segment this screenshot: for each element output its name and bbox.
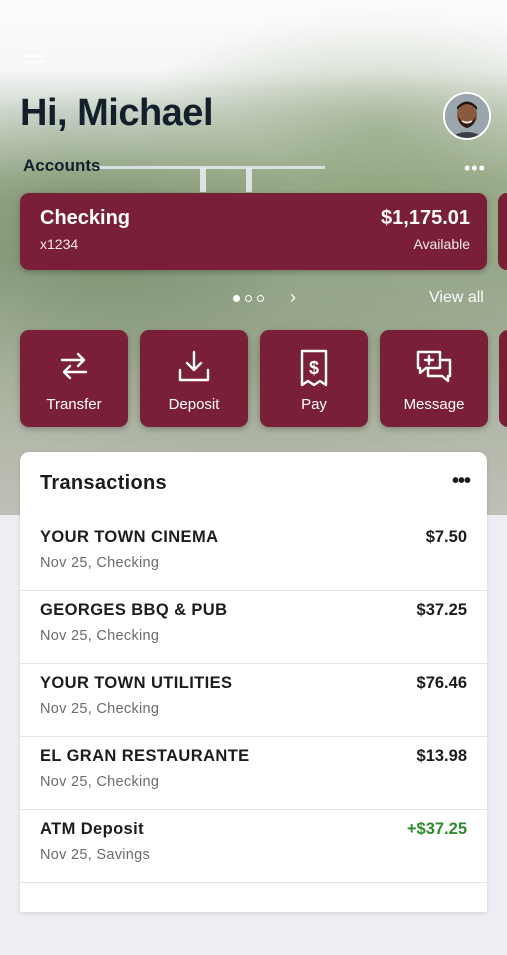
- transaction-row[interactable]: GEORGES BBQ & PUB Nov 25, Checking $37.2…: [20, 590, 487, 664]
- transaction-meta: Nov 25, Checking: [40, 628, 160, 644]
- pager-dot[interactable]: [245, 294, 252, 302]
- transfer-label: Transfer: [46, 396, 102, 413]
- account-number: x1234: [40, 236, 79, 252]
- transaction-meta: Nov 25, Checking: [40, 701, 160, 717]
- transactions-panel: Transactions ••• YOUR TOWN CINEMA Nov 25…: [20, 452, 487, 912]
- transaction-row[interactable]: YOUR TOWN CINEMA Nov 25, Checking $7.50: [20, 517, 487, 591]
- transaction-meta: Nov 25, Savings: [40, 847, 151, 863]
- transactions-title: Transactions: [40, 472, 167, 494]
- transfer-arrows-icon: [20, 348, 128, 388]
- message-plus-icon: [380, 348, 488, 388]
- chevron-right-icon[interactable]: ›: [290, 287, 296, 308]
- deposit-button[interactable]: Deposit: [140, 330, 248, 427]
- transaction-row[interactable]: ATM Deposit Nov 25, Savings +$37.25: [20, 809, 487, 883]
- transaction-amount: $7.50: [425, 528, 467, 546]
- transaction-merchant: YOUR TOWN CINEMA: [40, 528, 219, 546]
- transaction-row[interactable]: YOUR TOWN UTILITIES Nov 25, Checking $76…: [20, 663, 487, 737]
- transaction-amount: $37.25: [416, 601, 467, 619]
- transaction-amount: $76.46: [416, 674, 467, 692]
- pay-label: Pay: [301, 396, 327, 413]
- transaction-row[interactable]: EL GRAN RESTAURANTE Nov 25, Checking $13…: [20, 736, 487, 810]
- accounts-more-icon[interactable]: •••: [464, 158, 486, 179]
- avatar[interactable]: [443, 92, 491, 140]
- pager-dot-active[interactable]: [233, 294, 240, 302]
- transfer-button[interactable]: Transfer: [20, 330, 128, 427]
- pager-dot[interactable]: [257, 294, 264, 302]
- deposit-label: Deposit: [168, 396, 220, 413]
- accounts-label: Accounts: [23, 156, 101, 175]
- message-label: Message: [403, 396, 465, 413]
- transaction-amount: $13.98: [416, 747, 467, 765]
- transaction-meta: Nov 25, Checking: [40, 555, 160, 571]
- account-name: Checking: [40, 207, 131, 229]
- transaction-merchant: EL GRAN RESTAURANTE: [40, 747, 250, 765]
- next-account-card[interactable]: [498, 193, 507, 270]
- transaction-row[interactable]: [20, 882, 487, 955]
- account-balance-label: Available: [413, 236, 470, 252]
- account-balance: $1,175.01: [381, 207, 470, 229]
- hamburger-menu-icon[interactable]: [24, 55, 46, 69]
- transaction-merchant: YOUR TOWN UTILITIES: [40, 674, 233, 692]
- view-all-link[interactable]: View all: [429, 289, 484, 307]
- pay-button[interactable]: $ Pay: [260, 330, 368, 427]
- transaction-merchant: GEORGES BBQ & PUB: [40, 601, 228, 619]
- account-pager[interactable]: [233, 290, 264, 306]
- svg-text:$: $: [309, 358, 319, 378]
- account-card-checking[interactable]: Checking x1234 $1,175.01 Available: [20, 193, 487, 270]
- message-button[interactable]: Message: [380, 330, 488, 427]
- transactions-more-icon[interactable]: •••: [452, 470, 471, 493]
- greeting-title: Hi, Michael: [20, 92, 214, 134]
- next-action-button[interactable]: [499, 330, 507, 427]
- avatar-photo-icon: [445, 94, 489, 138]
- transaction-merchant: ATM Deposit: [40, 820, 145, 838]
- transaction-amount: +$37.25: [406, 820, 467, 838]
- transaction-meta: Nov 25, Checking: [40, 774, 160, 790]
- bill-dollar-icon: $: [260, 348, 368, 388]
- deposit-tray-icon: [140, 348, 248, 388]
